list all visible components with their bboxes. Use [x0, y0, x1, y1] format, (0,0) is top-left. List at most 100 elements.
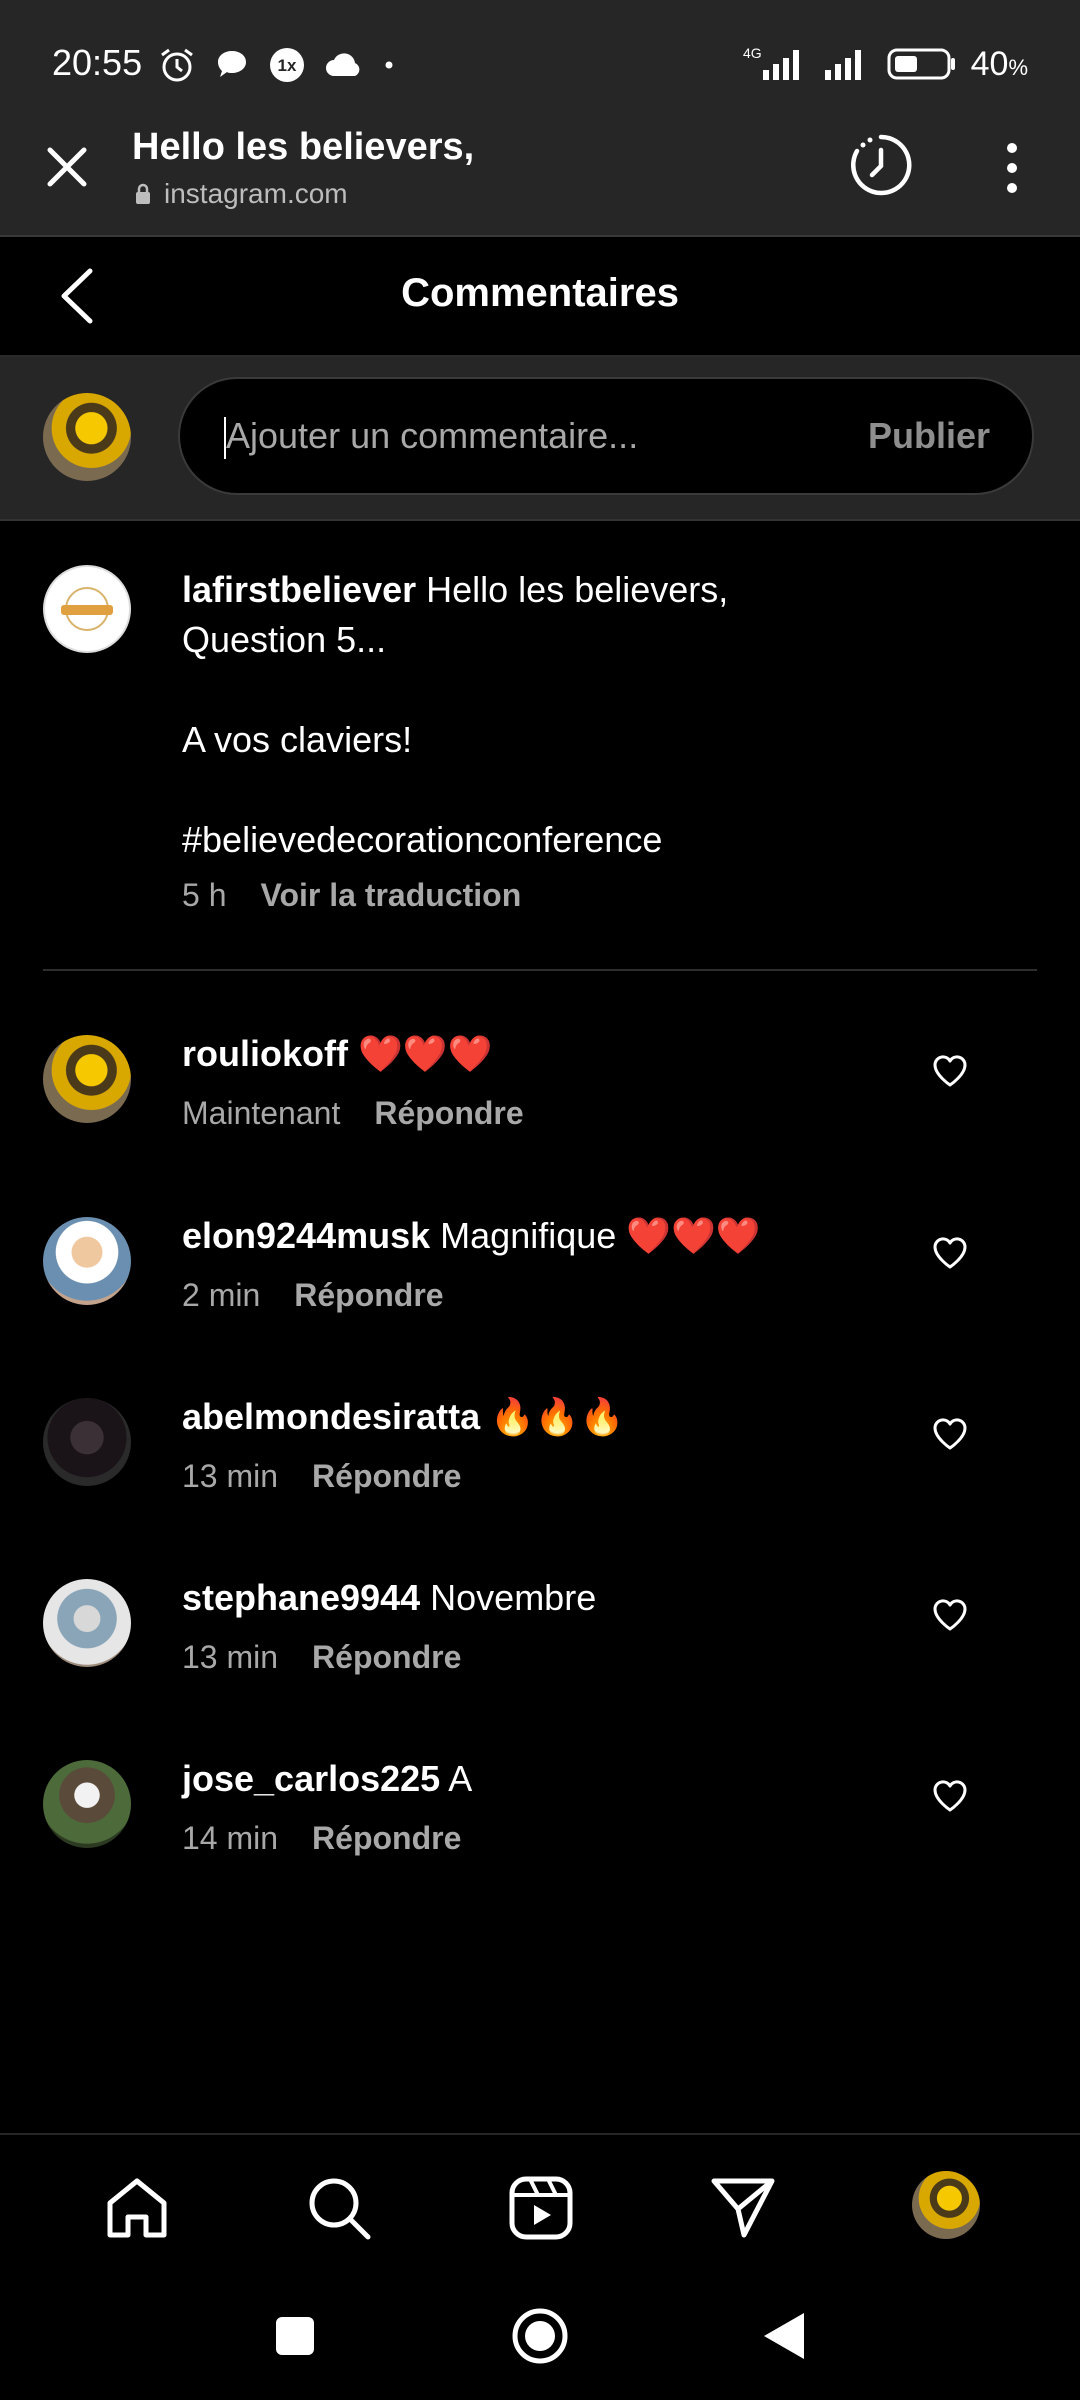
- heart-icon: [933, 1418, 967, 1450]
- commenter-avatar[interactable]: [43, 1760, 131, 1848]
- comment-meta: 13 min Répondre: [182, 1639, 461, 1676]
- commenter-username[interactable]: rouliokoff: [182, 1033, 348, 1074]
- more-options-button[interactable]: [994, 138, 1030, 198]
- comment-text: elon9244musk Magnifique ❤️❤️❤️: [182, 1211, 761, 1261]
- comment-body: Novembre: [430, 1577, 597, 1618]
- like-button[interactable]: [930, 1595, 970, 1635]
- reply-button[interactable]: Répondre: [312, 1820, 461, 1857]
- caption-body: Hello les believers, Question 5... A vos…: [182, 569, 729, 860]
- nav-direct-button[interactable]: [708, 2173, 778, 2243]
- nav-home-button[interactable]: [102, 2173, 172, 2243]
- comment-item: stephane9944 Novembre 13 min Répondre: [0, 1577, 1080, 1739]
- battery-icon: [887, 48, 955, 80]
- comments-title: Commentaires: [401, 271, 679, 315]
- svg-text:1x: 1x: [278, 56, 297, 75]
- recent-apps-button[interactable]: [264, 2305, 326, 2367]
- comment-item: rouliokoff ❤️❤️❤️ Maintenant Répondre: [0, 1033, 1080, 1195]
- comment-input[interactable]: Ajouter un commentaire... Publier: [178, 377, 1034, 495]
- reply-button[interactable]: Répondre: [312, 1458, 461, 1495]
- close-icon: [47, 147, 87, 187]
- history-button[interactable]: [846, 130, 916, 200]
- caption-text: lafirstbeliever Hello les believers, Que…: [182, 565, 1002, 865]
- comment-text: abelmondesiratta 🔥🔥🔥: [182, 1392, 625, 1442]
- bottom-navigation: [0, 2133, 1080, 2275]
- caption-time: 5 h: [182, 877, 227, 913]
- commenter-username[interactable]: jose_carlos225: [182, 1758, 440, 1799]
- reply-button[interactable]: Répondre: [374, 1095, 523, 1132]
- reply-button[interactable]: Répondre: [312, 1639, 461, 1676]
- chat-bubble-icon: [218, 51, 246, 77]
- comment-composer: Ajouter un commentaire... Publier: [0, 357, 1080, 521]
- comments-header: Commentaires: [0, 237, 1080, 357]
- triangle-back-icon: [764, 2313, 804, 2359]
- home-system-button[interactable]: [509, 2305, 571, 2367]
- comment-item: elon9244musk Magnifique ❤️❤️❤️ 2 min Rép…: [0, 1215, 1080, 1377]
- send-icon: [711, 2178, 775, 2238]
- url-text: instagram.com: [164, 178, 348, 209]
- commenter-username[interactable]: abelmondesiratta: [182, 1396, 480, 1437]
- commenter-avatar[interactable]: [43, 1035, 131, 1123]
- comment-meta: 2 min Répondre: [182, 1277, 444, 1314]
- nav-reels-button[interactable]: [506, 2173, 576, 2243]
- reels-icon: [509, 2176, 573, 2240]
- square-icon: [276, 2317, 314, 2355]
- heart-icon: [933, 1055, 967, 1087]
- commenter-username[interactable]: stephane9944: [182, 1577, 420, 1618]
- like-button[interactable]: [930, 1414, 970, 1454]
- comment-time: 13 min: [182, 1639, 279, 1675]
- commenter-username[interactable]: elon9244musk: [182, 1215, 430, 1256]
- comment-time: 13 min: [182, 1458, 279, 1494]
- author-avatar[interactable]: [43, 565, 131, 653]
- post-caption: lafirstbeliever Hello les believers, Que…: [0, 521, 1080, 971]
- comment-body: A: [448, 1758, 473, 1799]
- status-notification-icons: 1x: [158, 46, 396, 84]
- comment-text: stephane9944 Novembre: [182, 1573, 596, 1623]
- like-button[interactable]: [930, 1776, 970, 1816]
- battery-percent: 40%: [970, 44, 1028, 83]
- comment-time: 2 min: [182, 1277, 261, 1313]
- circle-icon: [512, 2308, 568, 2364]
- like-button[interactable]: [930, 1051, 970, 1091]
- heart-icon: [933, 1780, 967, 1812]
- alarm-icon: [161, 48, 193, 82]
- cloud-icon: [326, 53, 360, 76]
- url-display: instagram.com: [134, 178, 348, 210]
- comment-meta: 14 min Répondre: [182, 1820, 461, 1857]
- commenter-avatar[interactable]: [43, 1217, 131, 1305]
- comment-meta: 13 min Répondre: [182, 1458, 461, 1495]
- status-bar: 20:55 1x 4G 40%: [0, 0, 1080, 130]
- lock-icon: [136, 183, 150, 204]
- more-vertical-icon: [1007, 143, 1017, 193]
- dot-icon: [385, 61, 393, 69]
- comment-time: Maintenant: [182, 1095, 341, 1131]
- heart-icon: [933, 1599, 967, 1631]
- close-button[interactable]: [40, 140, 94, 194]
- comment-item: jose_carlos225 A 14 min Répondre: [0, 1758, 1080, 1920]
- like-button[interactable]: [930, 1233, 970, 1273]
- nav-search-button[interactable]: [304, 2173, 374, 2243]
- 1x-app-icon: 1x: [270, 48, 304, 82]
- comment-text: jose_carlos225 A: [182, 1754, 472, 1804]
- search-icon: [309, 2178, 371, 2240]
- see-translation-link[interactable]: Voir la traduction: [260, 877, 521, 914]
- home-icon: [107, 2178, 167, 2238]
- publish-button[interactable]: Publier: [868, 415, 990, 457]
- comment-text: rouliokoff ❤️❤️❤️: [182, 1029, 492, 1079]
- caption-meta: 5 h Voir la traduction: [182, 877, 521, 914]
- caption-username[interactable]: lafirstbeliever: [182, 569, 416, 610]
- status-system-icons: 4G 40%: [741, 44, 1028, 84]
- caption-divider: [43, 969, 1037, 971]
- comment-body: Magnifique ❤️❤️❤️: [440, 1215, 761, 1256]
- comment-meta: Maintenant Répondre: [182, 1095, 524, 1132]
- heart-icon: [933, 1237, 967, 1269]
- comment-input-placeholder: Ajouter un commentaire...: [226, 415, 639, 456]
- commenter-avatar[interactable]: [43, 1579, 131, 1667]
- nav-profile-avatar[interactable]: [912, 2171, 980, 2239]
- signal-icon: [824, 50, 861, 80]
- signal-4g-icon: 4G: [743, 45, 799, 80]
- comment-body: ❤️❤️❤️: [358, 1033, 493, 1074]
- current-user-avatar: [43, 393, 131, 481]
- commenter-avatar[interactable]: [43, 1398, 131, 1486]
- back-system-button[interactable]: [754, 2305, 816, 2367]
- reply-button[interactable]: Répondre: [294, 1277, 443, 1314]
